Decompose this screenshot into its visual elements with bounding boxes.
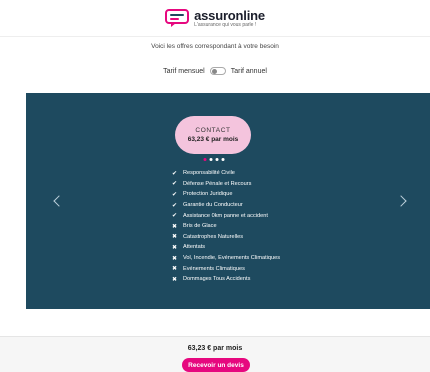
toggle-knob (211, 69, 217, 74)
cross-icon: ✖ (172, 234, 178, 241)
offer-price: 63,23 € par mois (187, 136, 239, 143)
site-header: assuronline L'assurance qui vous parle ! (0, 0, 430, 36)
check-icon: ✔ (172, 202, 178, 209)
offer-title: CONTACT (195, 127, 231, 134)
cross-icon: ✖ (172, 255, 178, 262)
chevron-right-icon[interactable] (395, 195, 407, 207)
feature-label: Garantie du Conducteur (183, 202, 243, 209)
sticky-footer: 63,23 € par mois Recevoir un devis (0, 337, 430, 372)
billing-toggle: Tarif mensuel Tarif annuel (0, 67, 430, 75)
assuronline-logo[interactable]: assuronline L'assurance qui vous parle ! (165, 9, 265, 28)
feature-item: ✔ Responsabilité Civile (172, 168, 280, 179)
feature-label: Bris de Glace (183, 223, 217, 230)
carousel-dot[interactable] (209, 158, 213, 161)
carousel-dots (203, 158, 225, 161)
feature-item: ✔ Défense Pénale et Recours (172, 179, 280, 190)
cross-icon: ✖ (172, 266, 178, 273)
feature-label: Protection Juridique (183, 191, 233, 198)
feature-item: ✖ Vol, Incendie, Evénements Climatiques (172, 253, 280, 264)
header-divider (0, 36, 430, 37)
feature-label: Evénements Climatiques (183, 265, 245, 272)
feature-label: Dommages Tous Accidents (183, 276, 251, 283)
feature-item: ✖ Evénements Climatiques (172, 263, 280, 274)
feature-item: ✖ Catastrophes Naturelles (172, 232, 280, 243)
page: assuronline L'assurance qui vous parle !… (0, 0, 430, 372)
logo-tagline: L'assurance qui vous parle ! (194, 21, 257, 28)
chat-bubble-logo-icon (165, 9, 190, 27)
check-icon: ✔ (172, 170, 178, 177)
feature-label: Défense Pénale et Recours (183, 180, 252, 187)
check-icon: ✔ (172, 213, 178, 220)
check-icon: ✔ (172, 191, 178, 198)
feature-item: ✖ Dommages Tous Accidents (172, 274, 280, 285)
carousel-dot[interactable] (221, 158, 225, 161)
feature-label: Assistance 0km panne et accident (183, 212, 268, 219)
check-icon: ✔ (172, 181, 178, 188)
logo-name: assuronline (194, 7, 265, 23)
chevron-left-icon[interactable] (53, 195, 65, 207)
feature-item: ✖ Attentats (172, 242, 280, 253)
feature-list: ✔ Responsabilité Civile ✔ Défense Pénale e… (172, 168, 280, 285)
offer-carousel: CONTACT 63,23 € par mois ✔ Responsabilité… (26, 93, 430, 309)
feature-label: Responsabilité Civile (183, 170, 235, 177)
offers-subtitle: Voici les offres correspondant à votre b… (151, 43, 279, 50)
feature-item: ✔ Protection Juridique (172, 189, 280, 200)
cross-icon: ✖ (172, 276, 178, 283)
feature-item: ✖ Bris de Glace (172, 221, 280, 232)
carousel-dot[interactable] (215, 158, 219, 161)
feature-item: ✔ Assistance 0km panne et accident (172, 210, 280, 221)
monthly-label[interactable]: Tarif mensuel (163, 68, 205, 75)
annual-label[interactable]: Tarif annuel (231, 68, 267, 75)
feature-label: Catastrophes Naturelles (183, 233, 244, 240)
get-quote-button[interactable]: Recevoir un devis (182, 358, 250, 372)
feature-label: Attentats (183, 244, 206, 251)
offer-card[interactable]: CONTACT 63,23 € par mois (175, 116, 251, 154)
billing-toggle-switch[interactable] (209, 67, 226, 75)
carousel-dot[interactable] (203, 158, 207, 161)
feature-label: Vol, Incendie, Evénements Climatiques (183, 255, 281, 262)
feature-item: ✔ Garantie du Conducteur (172, 200, 280, 211)
cross-icon: ✖ (172, 244, 178, 251)
cross-icon: ✖ (172, 223, 178, 230)
footer-price: 63,23 € par mois (187, 345, 243, 352)
